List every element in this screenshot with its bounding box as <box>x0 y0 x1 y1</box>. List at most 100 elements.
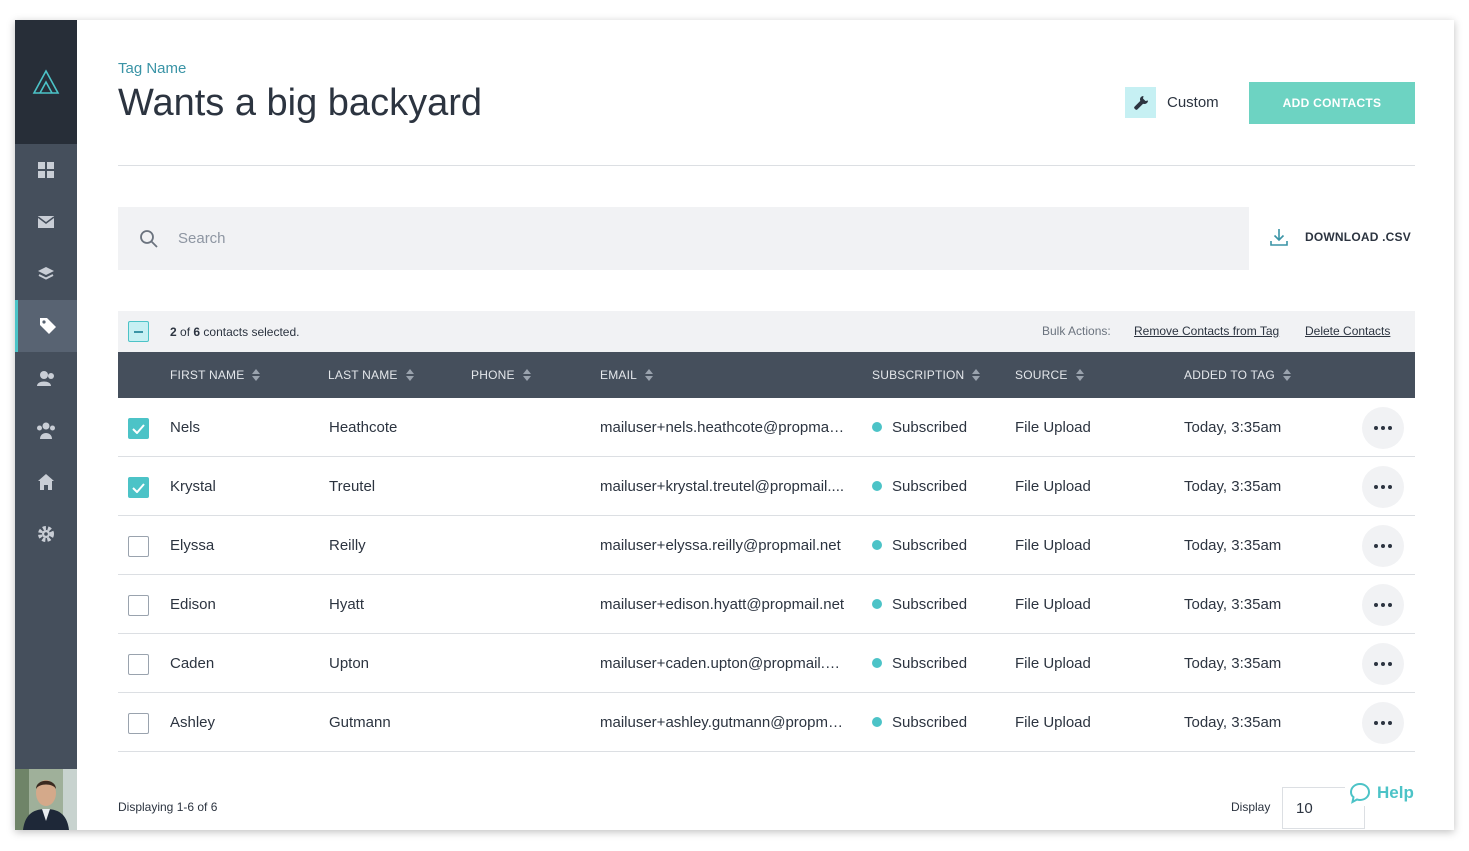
sort-icon <box>522 369 531 381</box>
cell-subscription: Subscribed <box>872 419 1007 436</box>
row-checkbox[interactable] <box>128 418 149 439</box>
wrench-icon <box>1125 87 1156 118</box>
row-more-button[interactable] <box>1362 466 1404 508</box>
table-row[interactable]: Elyssa Reilly mailuser+elyssa.reilly@propm… <box>118 516 1415 575</box>
status-dot-icon <box>872 599 882 610</box>
dot <box>1374 721 1378 725</box>
row-checkbox[interactable] <box>128 713 149 734</box>
table-row[interactable]: Ashley Gutmann mailuser+ashley.gutmann@pro… <box>118 693 1415 752</box>
cell-text: Nels <box>170 419 201 436</box>
cell-text: Subscribed <box>892 596 968 613</box>
column-email[interactable]: EMAIL <box>600 368 654 382</box>
sort-icon <box>405 369 414 381</box>
cell-text: File Upload <box>1015 714 1091 731</box>
row-checkbox[interactable] <box>128 654 149 675</box>
row-more-button[interactable] <box>1362 702 1404 744</box>
add-contacts-button[interactable]: ADD CONTACTS <box>1249 82 1415 124</box>
row-more-button[interactable] <box>1362 643 1404 685</box>
cell-text: File Upload <box>1015 655 1091 672</box>
row-checkbox[interactable] <box>128 595 149 616</box>
nav-team[interactable] <box>15 404 77 456</box>
dot <box>1381 544 1385 548</box>
search-bar[interactable] <box>118 207 1249 270</box>
nav-tags[interactable] <box>15 300 77 352</box>
layers-icon <box>38 267 54 280</box>
search-icon <box>138 228 160 250</box>
dot <box>1388 603 1392 607</box>
column-label: EMAIL <box>600 368 638 382</box>
selected-count: 2 of 6 contacts selected. <box>170 325 299 339</box>
home-icon <box>38 474 54 490</box>
column-last-name[interactable]: LAST NAME <box>328 368 414 382</box>
column-phone[interactable]: PHONE <box>471 368 531 382</box>
remove-from-tag-link[interactable]: Remove Contacts from Tag <box>1134 324 1279 338</box>
avatar[interactable] <box>15 769 77 830</box>
cell-added: Today, 3:35am <box>1184 714 1344 731</box>
select-all-checkbox[interactable] <box>128 321 149 342</box>
tag-icon <box>39 318 56 334</box>
nav-settings[interactable] <box>15 508 77 560</box>
nav-home[interactable] <box>15 456 77 508</box>
cell-subscription: Subscribed <box>872 714 1007 731</box>
row-more-button[interactable] <box>1362 584 1404 626</box>
download-csv-button[interactable]: DOWNLOAD .CSV <box>1270 228 1411 246</box>
dot <box>1381 603 1385 607</box>
cell-added: Today, 3:35am <box>1184 419 1344 436</box>
table-row[interactable]: Krystal Treutel mailuser+krystal.treutel@p… <box>118 457 1415 516</box>
cell-text: File Upload <box>1015 537 1091 554</box>
row-more-button[interactable] <box>1362 525 1404 567</box>
nav-layers[interactable] <box>15 248 77 300</box>
status-dot-icon <box>872 481 882 492</box>
dot <box>1388 485 1392 489</box>
tag-name-label: Tag Name <box>118 60 187 77</box>
nav-dashboard[interactable] <box>15 144 77 196</box>
custom-button[interactable]: Custom <box>1125 87 1219 118</box>
cell-last: Heathcote <box>329 419 459 436</box>
table-row[interactable]: Caden Upton mailuser+caden.upton@propmail.… <box>118 634 1415 693</box>
cell-email: mailuser+elyssa.reilly@propmail.net <box>600 537 845 554</box>
sidebar <box>15 20 77 830</box>
row-checkbox[interactable] <box>128 536 149 557</box>
cell-last: Hyatt <box>329 596 459 613</box>
row-checkbox[interactable] <box>128 477 149 498</box>
help-button[interactable]: Help <box>1345 780 1418 806</box>
cell-text: Ashley <box>170 714 216 731</box>
delete-contacts-link[interactable]: Delete Contacts <box>1305 324 1390 338</box>
nav-contacts[interactable] <box>15 352 77 404</box>
column-first-name[interactable]: FIRST NAME <box>170 368 261 382</box>
cell-text: Reilly <box>329 537 366 554</box>
column-subscription[interactable]: SUBSCRIPTION <box>872 368 981 382</box>
cell-first: Ashley <box>170 714 310 731</box>
cell-last: Reilly <box>329 537 459 554</box>
column-added-to-tag[interactable]: ADDED TO TAG <box>1184 368 1291 382</box>
download-icon <box>1270 229 1288 246</box>
cell-first: Krystal <box>170 478 310 495</box>
column-label: SOURCE <box>1015 368 1068 382</box>
cell-email: mailuser+caden.upton@propmail.net <box>600 655 845 672</box>
cell-subscription: Subscribed <box>872 596 1007 613</box>
dashboard-icon <box>38 162 54 178</box>
status-dot-icon <box>872 422 882 433</box>
cell-subscription: Subscribed <box>872 478 1007 495</box>
dot <box>1388 426 1392 430</box>
search-input[interactable] <box>178 230 1078 247</box>
cell-last: Treutel <box>329 478 459 495</box>
sort-icon <box>1075 369 1084 381</box>
cell-text: Today, 3:35am <box>1184 537 1282 554</box>
row-more-button[interactable] <box>1362 407 1404 449</box>
sort-icon <box>645 369 654 381</box>
cell-text: Subscribed <box>892 655 968 672</box>
column-source[interactable]: SOURCE <box>1015 368 1084 382</box>
nav-mail[interactable] <box>15 196 77 248</box>
cell-text: File Upload <box>1015 596 1091 613</box>
logo[interactable] <box>15 20 77 144</box>
display-label: Display <box>1231 800 1271 814</box>
column-label: LAST NAME <box>328 368 398 382</box>
chat-bubble-icon <box>1349 782 1371 804</box>
cell-text: Today, 3:35am <box>1184 478 1282 495</box>
cell-text: Today, 3:35am <box>1184 655 1282 672</box>
cell-text: Treutel <box>329 478 376 495</box>
table-row[interactable]: Edison Hyatt mailuser+edison.hyatt@propmai… <box>118 575 1415 634</box>
cell-source: File Upload <box>1015 596 1165 613</box>
table-row[interactable]: Nels Heathcote mailuser+nels.heathcote@pro… <box>118 398 1415 457</box>
